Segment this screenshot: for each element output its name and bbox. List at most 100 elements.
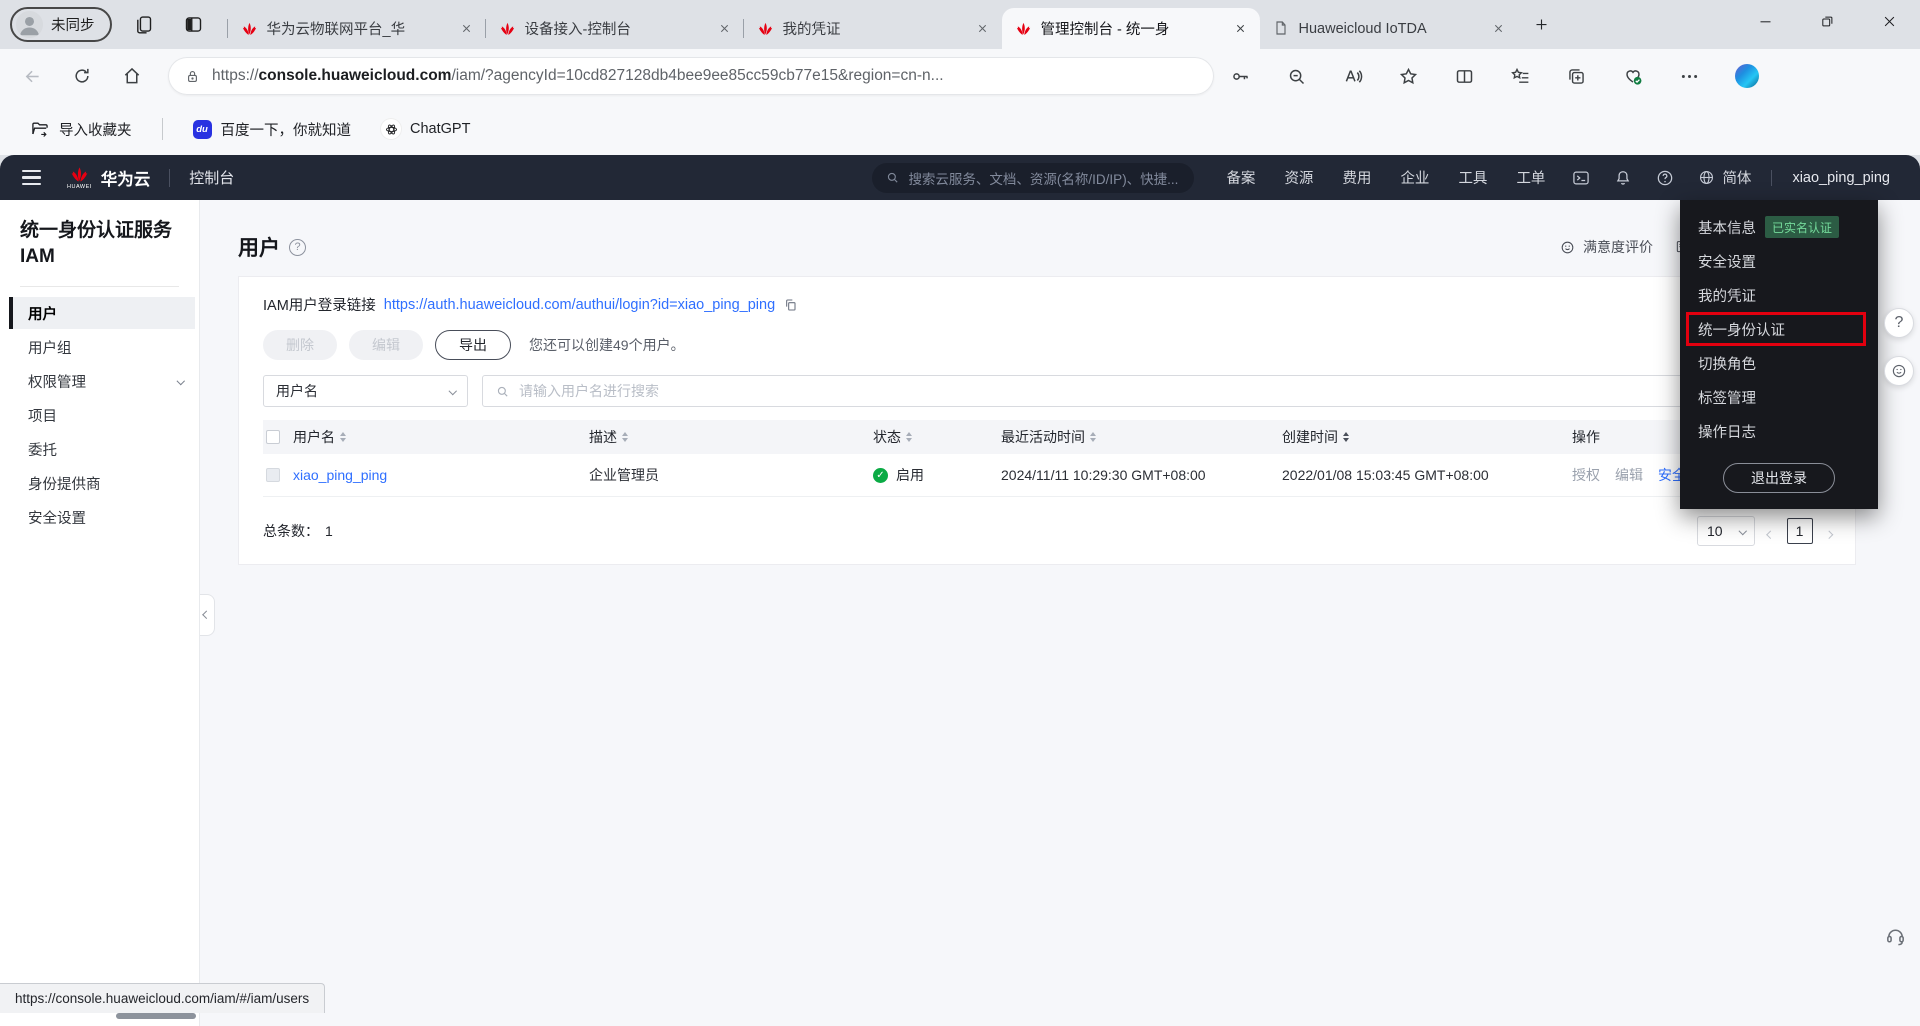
restore-button[interactable]	[1796, 0, 1858, 42]
tab-console-iam[interactable]: 管理控制台 - 统一身	[1001, 8, 1260, 49]
verified-badge: 已实名认证	[1765, 216, 1840, 238]
select-all-checkbox[interactable]	[266, 430, 280, 444]
sidebar-item-projects[interactable]: 项目	[9, 399, 195, 431]
tab-device-access[interactable]: 设备接入-控制台	[484, 8, 744, 49]
zoom-out-icon[interactable]	[1286, 66, 1307, 87]
floating-help-button[interactable]: ?	[1884, 308, 1914, 338]
language-switcher[interactable]: 简体	[1697, 167, 1751, 188]
sort-icon[interactable]	[340, 432, 346, 442]
sidebar-item-security-settings[interactable]: 安全设置	[9, 501, 195, 533]
menu-item-my-credentials[interactable]: 我的凭证	[1680, 278, 1878, 312]
account-username[interactable]: xiao_ping_ping	[1792, 170, 1890, 186]
username-link[interactable]: xiao_ping_ping	[293, 467, 387, 483]
sidebar-item-user-groups[interactable]: 用户组	[9, 331, 195, 363]
password-key-icon[interactable]	[1230, 66, 1251, 87]
nav-item-resources[interactable]: 资源	[1284, 167, 1313, 188]
tab-close-icon[interactable]	[714, 18, 736, 40]
nav-item-enterprise[interactable]: 企业	[1400, 167, 1429, 188]
tab-close-icon[interactable]	[972, 18, 994, 40]
collections-icon[interactable]	[1566, 66, 1587, 87]
support-headset-icon[interactable]	[1884, 924, 1907, 947]
delete-button[interactable]: 删除	[263, 330, 337, 360]
login-link-url[interactable]: https://auth.huaweicloud.com/authui/logi…	[384, 297, 775, 313]
back-icon[interactable]	[14, 58, 50, 94]
sidebar-item-users[interactable]: 用户	[9, 297, 195, 329]
current-page-button[interactable]: 1	[1786, 518, 1813, 544]
huawei-logo[interactable]: HUAWEI	[67, 164, 92, 191]
menu-item-operation-log[interactable]: 操作日志	[1680, 414, 1878, 448]
username-search-box[interactable]	[482, 375, 1831, 407]
sidebar-collapse-handle[interactable]	[200, 594, 215, 636]
tab-my-credentials[interactable]: 我的凭证	[742, 8, 1002, 49]
sidebar-item-permissions[interactable]: 权限管理	[9, 365, 195, 397]
sort-icon[interactable]	[622, 432, 628, 442]
tab-close-icon[interactable]	[1488, 18, 1510, 40]
notifications-bell-icon[interactable]	[1613, 168, 1633, 188]
menu-item-security-settings[interactable]: 安全设置	[1680, 244, 1878, 278]
export-button[interactable]: 导出	[435, 330, 511, 360]
floating-feedback-button[interactable]	[1884, 356, 1914, 386]
tab-close-icon[interactable]	[456, 18, 478, 40]
bookmark-import-favorites[interactable]: 导入收藏夹	[30, 119, 132, 140]
prev-page-button[interactable]	[1766, 522, 1775, 540]
lock-icon[interactable]	[184, 68, 201, 85]
nav-item-beian[interactable]: 备案	[1226, 167, 1255, 188]
more-options-icon[interactable]	[1679, 66, 1700, 87]
home-icon[interactable]	[114, 58, 150, 94]
console-link[interactable]: 控制台	[189, 167, 234, 188]
sidebar-item-agencies[interactable]: 委托	[9, 433, 195, 465]
favorite-star-icon[interactable]	[1398, 66, 1419, 87]
tab-iotda-doc[interactable]: Huaweicloud IoTDA	[1258, 8, 1518, 49]
sort-icon[interactable]	[906, 432, 912, 442]
menu-item-tag-management[interactable]: 标签管理	[1680, 380, 1878, 414]
row-checkbox[interactable]	[266, 468, 280, 482]
menu-item-switch-role[interactable]: 切换角色	[1680, 346, 1878, 380]
page-help-icon[interactable]: ?	[289, 238, 306, 256]
next-page-button[interactable]	[1824, 522, 1833, 540]
close-button[interactable]	[1858, 0, 1920, 42]
refresh-icon[interactable]	[64, 58, 100, 94]
filter-field-select[interactable]: 用户名	[263, 375, 468, 407]
satisfaction-survey-button[interactable]: 满意度评价	[1559, 237, 1690, 257]
nav-item-tools[interactable]: 工具	[1458, 167, 1487, 188]
favorites-list-icon[interactable]	[1510, 66, 1531, 87]
edit-button[interactable]: 编辑	[349, 330, 423, 360]
tab-iot-platform[interactable]: 华为云物联网平台_华	[226, 8, 486, 49]
bookmark-baidu[interactable]: du 百度一下，你就知道	[192, 119, 351, 140]
minimize-button[interactable]	[1734, 0, 1796, 42]
nav-item-tickets[interactable]: 工单	[1516, 167, 1545, 188]
copilot-icon[interactable]	[1735, 64, 1759, 88]
vertical-tabs-icon[interactable]	[176, 7, 212, 43]
bookmark-chatgpt[interactable]: ChatGPT	[381, 119, 470, 139]
new-tab-button[interactable]	[1526, 9, 1558, 41]
tab-close-icon[interactable]	[1230, 18, 1252, 40]
sidebar-item-identity-providers[interactable]: 身份提供商	[9, 467, 195, 499]
smiley-icon	[1892, 364, 1906, 378]
read-aloud-icon[interactable]	[1342, 66, 1363, 87]
workspaces-icon[interactable]	[126, 7, 162, 43]
nav-item-billing[interactable]: 费用	[1342, 167, 1371, 188]
page-size-select[interactable]: 10	[1697, 516, 1755, 546]
sort-icon[interactable]	[1343, 432, 1349, 442]
username-search-input[interactable]	[519, 383, 1818, 399]
cloud-shell-icon[interactable]	[1571, 168, 1591, 188]
search-icon	[497, 386, 508, 397]
horizontal-scrollbar-thumb[interactable]	[116, 1013, 196, 1019]
sort-icon[interactable]	[1090, 432, 1096, 442]
help-icon[interactable]	[1655, 168, 1675, 188]
console-search-input[interactable]: 搜索云服务、文档、资源(名称/ID/IP)、快捷...	[872, 162, 1195, 193]
menu-item-iam-highlighted[interactable]: 统一身份认证	[1686, 312, 1866, 346]
huawei-logo-text: HUAWEI	[67, 184, 92, 191]
profile-button[interactable]: 未同步	[10, 7, 112, 42]
brand-name[interactable]: 华为云	[101, 166, 151, 190]
browser-essentials-icon[interactable]	[1622, 65, 1644, 87]
authorize-action[interactable]: 授权	[1572, 465, 1600, 485]
address-bar[interactable]: https://console.huaweicloud.com/iam/?age…	[168, 57, 1214, 95]
console-nav: 备案 资源 费用 企业 工具 工单	[1226, 167, 1545, 188]
copy-icon[interactable]	[783, 297, 799, 313]
logout-button[interactable]: 退出登录	[1723, 463, 1835, 493]
menu-item-basic-info[interactable]: 基本信息 已实名认证	[1680, 210, 1878, 244]
split-screen-icon[interactable]	[1454, 66, 1475, 87]
edit-action[interactable]: 编辑	[1615, 465, 1643, 485]
hamburger-menu-icon[interactable]	[22, 170, 41, 185]
